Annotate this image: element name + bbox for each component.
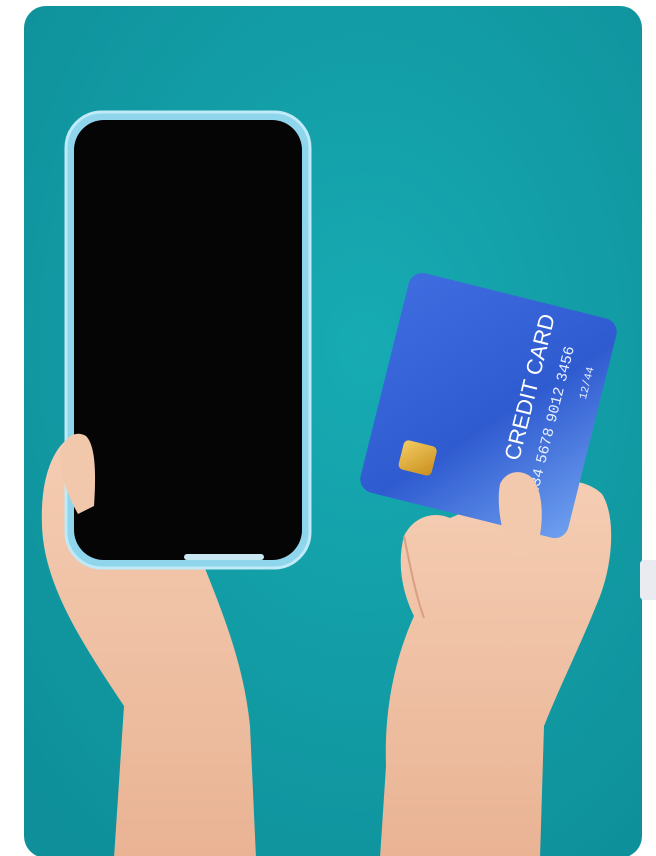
smartphone [64, 110, 312, 570]
decorative-band [640, 560, 656, 600]
photo-frame: CREDIT CARD 1234 5678 9012 3456 12/44 [24, 6, 642, 856]
page: CREDIT CARD 1234 5678 9012 3456 12/44 [0, 0, 656, 856]
photo: CREDIT CARD 1234 5678 9012 3456 12/44 [24, 6, 642, 856]
